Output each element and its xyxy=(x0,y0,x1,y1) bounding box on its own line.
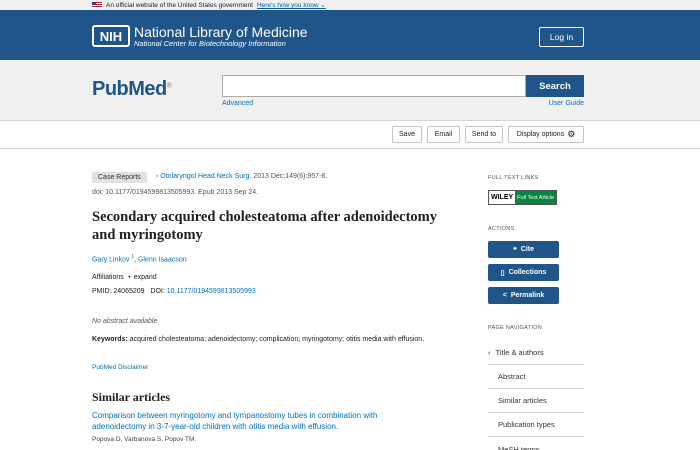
author-link-linkov[interactable]: Gary Linkov xyxy=(92,256,129,263)
cite-label: Cite xyxy=(520,246,534,253)
user-guide-link[interactable]: User Guide xyxy=(548,100,584,107)
display-options-label: Display options xyxy=(516,131,565,138)
ncbi-subtitle: National Center for Biotechnology Inform… xyxy=(134,39,286,48)
search-area: PubMed® Search Advanced User Guide xyxy=(0,60,700,120)
citation-details: 2013 Dec;149(6):957-8. xyxy=(253,173,328,180)
pmid: PMID: 24065209 xyxy=(92,288,145,295)
similar-article-link[interactable]: Comparison between myringotomy and tympa… xyxy=(92,410,432,432)
quote-icon: ❝ xyxy=(512,246,517,254)
wiley-full-text-link[interactable]: WILEY Full Text Article xyxy=(488,190,558,205)
nav-abstract[interactable]: Abstract xyxy=(488,365,584,389)
article-title: Secondary acquired cholesteatoma after a… xyxy=(92,209,437,243)
pubmed-logo[interactable]: PubMed® xyxy=(92,78,172,101)
gear-icon: ⚙ xyxy=(567,129,576,139)
collections-button[interactable]: ▯ Collections xyxy=(488,264,559,281)
publication-type-badge: Case Reports xyxy=(92,172,147,183)
author-list: Gary Linkov 1, Glenn Isaacson xyxy=(92,254,187,263)
full-text-article-label: Full Text Article xyxy=(515,191,557,204)
bookmark-icon: ▯ xyxy=(500,269,505,277)
nlm-title[interactable]: National Library of Medicine xyxy=(134,24,308,40)
nav-similar-articles[interactable]: Similar articles xyxy=(488,389,584,413)
affiliations-label: Affiliations xyxy=(92,274,124,281)
journal-link[interactable]: Otolaryngol Head Neck Surg. xyxy=(160,173,251,180)
full-text-links-heading: FULL TEXT LINKS xyxy=(488,175,539,181)
save-button[interactable]: Save xyxy=(392,126,422,143)
doi-epub-line: doi: 10.1177/0194599813505993. Epub 2013… xyxy=(92,189,259,196)
gov-banner-text: An official website of the United States… xyxy=(106,1,253,9)
doi-label: DOI: xyxy=(150,288,165,295)
nih-header: NIH National Library of Medicine Nationa… xyxy=(0,10,700,60)
login-button[interactable]: Log in xyxy=(539,27,584,47)
us-flag-icon xyxy=(92,2,102,8)
keywords: Keywords: acquired cholesteatoma; adenoi… xyxy=(92,334,452,345)
advanced-search-link[interactable]: Advanced xyxy=(222,100,253,107)
no-abstract-text: No abstract available xyxy=(92,318,158,325)
collections-label: Collections xyxy=(508,269,547,276)
send-to-button[interactable]: Send to xyxy=(465,126,503,143)
expand-affiliations-button[interactable]: + expand xyxy=(128,274,157,281)
permalink-button[interactable]: < Permalink xyxy=(488,287,559,304)
gov-banner: An official website of the United States… xyxy=(0,0,700,10)
page-navigation-heading: PAGE NAVIGATION xyxy=(488,325,543,331)
actions-heading: ACTIONS xyxy=(488,226,515,232)
chevron-left-icon: ‹ xyxy=(488,348,491,357)
gov-banner-link[interactable]: Here's how you know ⌄ xyxy=(257,1,326,9)
share-icon: < xyxy=(502,292,507,299)
wiley-logo: WILEY xyxy=(489,191,516,204)
nav-publication-types[interactable]: Publication types xyxy=(488,413,584,437)
search-button[interactable]: Search xyxy=(526,75,584,97)
pubmed-logo-text: PubMed xyxy=(92,78,167,100)
keywords-label: Keywords: xyxy=(92,336,128,343)
similar-articles-heading: Similar articles xyxy=(92,390,171,404)
nav-title-authors[interactable]: ‹ Title & authors xyxy=(488,341,584,365)
display-options-button[interactable]: Display options ⚙ xyxy=(508,126,584,143)
keywords-text: acquired cholesteatoma; adenoidectomy; c… xyxy=(127,336,425,343)
author-link-isaacson[interactable]: Glenn Isaacson xyxy=(138,256,187,263)
email-button[interactable]: Email xyxy=(427,126,460,143)
citation-line: › Otolaryngol Head Neck Surg. 2013 Dec;1… xyxy=(156,173,327,180)
pubmed-disclaimer-link[interactable]: PubMed Disclaimer xyxy=(92,364,148,371)
registered-mark: ® xyxy=(166,82,172,90)
nih-logo[interactable]: NIH xyxy=(92,25,130,47)
affiliations-row: Affiliations + expand xyxy=(92,274,157,281)
article-toolbar: Save Email Send to Display options ⚙ xyxy=(0,120,700,149)
chevron-right-icon: › xyxy=(156,173,159,180)
similar-article-authors: Popova D, Varbanova S, Popov TM. xyxy=(92,436,197,443)
doi-link[interactable]: 10.1177/0194599813505993 xyxy=(167,288,256,295)
identifiers-row: PMID: 24065209 DOI: 10.1177/019459981350… xyxy=(92,288,256,295)
search-input[interactable] xyxy=(222,75,526,97)
nav-mesh-terms[interactable]: MeSH terms xyxy=(488,437,584,450)
nav-title-authors-label: Title & authors xyxy=(495,348,544,357)
permalink-label: Permalink xyxy=(510,292,545,299)
cite-button[interactable]: ❝ Cite xyxy=(488,241,559,258)
